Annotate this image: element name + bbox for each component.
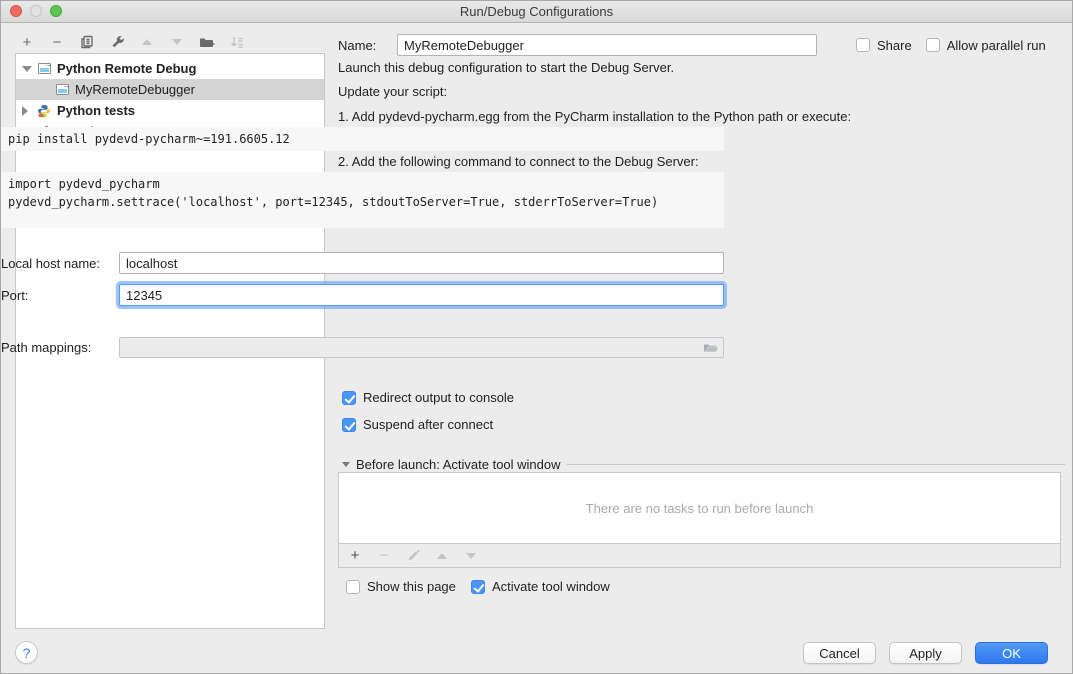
port-row: Port: <box>1 284 724 306</box>
redirect-output-checkbox-group[interactable]: Redirect output to console <box>342 390 514 405</box>
activate-tool-window-checkbox-group[interactable]: Activate tool window <box>471 579 610 594</box>
pip-install-code[interactable]: pip install pydevd-pycharm~=191.6605.12 <box>1 127 724 151</box>
tree-item-myremotedebugger[interactable]: → MyRemoteDebugger <box>16 79 324 100</box>
name-row: Name: Share Allow parallel run <box>338 33 1061 57</box>
cancel-button[interactable]: Cancel <box>803 642 876 664</box>
allow-parallel-run-checkbox[interactable] <box>926 38 940 52</box>
show-this-page-label: Show this page <box>367 579 456 594</box>
close-window-button[interactable] <box>10 5 22 17</box>
path-mappings-input[interactable] <box>119 337 724 358</box>
suspend-after-connect-checkbox-group[interactable]: Suspend after connect <box>342 417 493 432</box>
section-divider <box>567 464 1065 465</box>
port-input[interactable] <box>119 284 724 306</box>
local-host-row: Local host name: <box>1 252 724 274</box>
tree-item-label: MyRemoteDebugger <box>75 82 195 97</box>
move-up-icon <box>139 34 155 50</box>
collapse-section-icon[interactable] <box>342 462 350 467</box>
window-title: Run/Debug Configurations <box>460 4 613 19</box>
remove-configuration-icon[interactable]: − <box>49 34 65 50</box>
task-move-down-icon <box>463 548 479 564</box>
before-launch-header[interactable]: Before launch: Activate tool window <box>342 457 1065 472</box>
tree-item-python-remote-debug[interactable]: → Python Remote Debug <box>16 58 324 79</box>
update-script-text: Update your script: <box>338 84 447 99</box>
python-tests-icon <box>36 104 52 118</box>
minimize-window-button <box>30 5 42 17</box>
collapse-arrow-icon[interactable] <box>22 106 32 116</box>
tree-item-label: Python Remote Debug <box>57 61 196 76</box>
name-label: Name: <box>338 38 386 53</box>
title-bar[interactable]: Run/Debug Configurations <box>1 1 1072 23</box>
port-label: Port: <box>1 288 119 303</box>
empty-tasks-text: There are no tasks to run before launch <box>586 501 814 516</box>
remote-debug-icon: → <box>54 83 70 97</box>
configurations-toolbar: + − <box>19 31 245 53</box>
task-move-up-icon <box>434 548 450 564</box>
activate-tool-window-checkbox[interactable] <box>471 580 485 594</box>
tree-item-label: Python tests <box>57 103 135 118</box>
local-host-name-input[interactable] <box>119 252 724 274</box>
share-checkbox-group[interactable]: Share <box>856 38 912 53</box>
help-button[interactable]: ? <box>15 641 38 664</box>
add-task-icon[interactable]: + <box>347 548 363 564</box>
expand-arrow-icon[interactable] <box>22 66 32 72</box>
edit-defaults-wrench-icon[interactable] <box>109 34 125 50</box>
suspend-after-connect-label: Suspend after connect <box>363 417 493 432</box>
ok-button[interactable]: OK <box>975 642 1048 664</box>
help-icon: ? <box>23 645 31 661</box>
suspend-after-connect-checkbox[interactable] <box>342 418 356 432</box>
path-mappings-label: Path mappings: <box>1 340 119 355</box>
remove-task-icon: − <box>376 548 392 564</box>
step1-text: 1. Add pydevd-pycharm.egg from the PyCha… <box>338 109 851 124</box>
show-this-page-checkbox[interactable] <box>346 580 360 594</box>
dialog-buttons: Cancel Apply OK <box>803 642 1048 664</box>
step2-text: 2. Add the following command to connect … <box>338 154 699 169</box>
path-mappings-row: Path mappings: <box>1 337 724 358</box>
zoom-window-button[interactable] <box>50 5 62 17</box>
share-label: Share <box>877 38 912 53</box>
local-host-name-label: Local host name: <box>1 256 119 271</box>
show-this-page-checkbox-group[interactable]: Show this page <box>346 579 456 594</box>
copy-configuration-icon[interactable] <box>79 34 95 50</box>
apply-button[interactable]: Apply <box>889 642 962 664</box>
remote-debug-icon: → <box>36 62 52 76</box>
allow-parallel-checkbox-group[interactable]: Allow parallel run <box>926 38 1046 53</box>
share-checkbox[interactable] <box>856 38 870 52</box>
redirect-output-label: Redirect output to console <box>363 390 514 405</box>
redirect-output-checkbox[interactable] <box>342 391 356 405</box>
new-folder-icon[interactable] <box>199 34 215 50</box>
add-configuration-icon[interactable]: + <box>19 34 35 50</box>
before-launch-toolbar: + − <box>338 544 1061 568</box>
intro-text: Launch this debug configuration to start… <box>338 60 674 75</box>
traffic-lights <box>10 5 62 17</box>
before-launch-task-list[interactable]: There are no tasks to run before launch <box>338 472 1061 544</box>
browse-folder-icon[interactable] <box>702 340 719 358</box>
settrace-code[interactable]: import pydevd_pycharm pydevd_pycharm.set… <box>1 172 724 228</box>
allow-parallel-run-label: Allow parallel run <box>947 38 1046 53</box>
move-down-icon <box>169 34 185 50</box>
activate-tool-window-label: Activate tool window <box>492 579 610 594</box>
edit-task-pencil-icon <box>405 548 421 564</box>
tree-item-python-tests[interactable]: Python tests <box>16 100 324 121</box>
name-input[interactable] <box>397 34 817 56</box>
sort-configurations-icon <box>229 34 245 50</box>
before-launch-title: Before launch: Activate tool window <box>356 457 561 472</box>
run-debug-configurations-dialog: Run/Debug Configurations + − → Python Re… <box>0 0 1073 674</box>
